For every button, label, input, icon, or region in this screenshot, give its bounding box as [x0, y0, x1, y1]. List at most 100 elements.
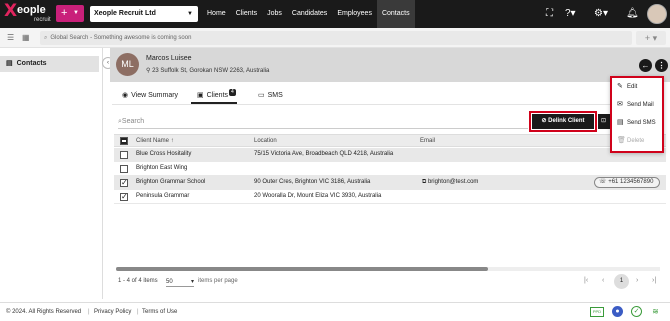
contact-actions-menu: ✎ Edit ✉ Send Mail ▤ Send SMS 🗑︎Delete — [610, 76, 664, 153]
table-search-input[interactable]: ⌕Search — [118, 118, 144, 126]
tab-sms[interactable]: ▭ SMS — [258, 89, 283, 102]
client-name-cell: Brighton East Wing — [136, 165, 188, 171]
row-checkbox[interactable] — [120, 165, 128, 173]
document-icon: ▤ — [6, 60, 13, 67]
scrollbar-thumb[interactable] — [116, 267, 488, 271]
check-circle-icon[interactable]: ✓ — [631, 306, 642, 317]
nav-employees[interactable]: Employees — [332, 0, 377, 28]
row-checkbox-checked[interactable]: ✓ — [120, 179, 128, 187]
table-search-placeholder: Search — [121, 118, 145, 125]
horizontal-scrollbar[interactable] — [116, 267, 660, 271]
eye-icon: ◉ — [122, 92, 129, 99]
organisation-name: Xeople Recruit Ltd — [94, 10, 156, 17]
ppd-badge[interactable]: PPD — [590, 307, 604, 317]
client-name-cell: Blue Cross Hositality — [136, 151, 192, 157]
mail-icon: ✉ — [617, 101, 623, 108]
copyright-text: © 2024. All Rights Reserved — [6, 309, 82, 315]
pagination-range: 1 - 4 of 4 items — [118, 278, 158, 284]
table-row[interactable]: ✓ Peninsula Grammar 20 Wooralla Dr, Moun… — [114, 190, 666, 204]
list-view-icon[interactable]: ☰ — [7, 33, 14, 42]
column-client-name[interactable]: Client Name ↑ — [136, 135, 174, 147]
fullscreen-icon[interactable]: ⛶ — [546, 8, 553, 20]
privacy-policy-link[interactable]: Privacy Policy — [94, 309, 131, 315]
prev-page-icon[interactable]: ‹ — [602, 277, 604, 284]
help-icon[interactable]: ?▾ — [565, 8, 576, 20]
row-checkbox-checked[interactable]: ✓ — [120, 193, 128, 201]
per-page-select[interactable]: 50 ▾ — [166, 277, 194, 287]
contact-header: ML Marcos Luisee ⚲ 23 Suffolk St, Goroka… — [110, 48, 670, 82]
first-page-icon[interactable]: |‹ — [584, 277, 588, 284]
more-options-button[interactable]: ⋮ — [655, 59, 668, 72]
location-cell: 75/15 Victoria Ave, Broadbeach QLD 4218,… — [254, 151, 394, 157]
trash-icon: 🗑︎ — [617, 137, 626, 144]
tab-clients[interactable]: ▣ Clients 4 — [197, 89, 236, 102]
search-icon: ⌕ — [44, 35, 48, 41]
organisation-select[interactable]: Xeople Recruit Ltd ▼ — [90, 6, 198, 22]
count-badge: 4 — [229, 89, 236, 96]
location-cell: 20 Wooralla Dr, Mount Eliza VIC 3930, Au… — [254, 193, 382, 199]
quick-add-button[interactable]: + ▼ — [56, 5, 84, 22]
global-add-button[interactable]: + ▾ — [636, 31, 666, 45]
xeople-logo[interactable]: X eople recruit — [4, 1, 54, 25]
divider: | — [137, 309, 139, 315]
table-row[interactable]: Brighton East Wing — [114, 162, 666, 176]
sidebar-item-contacts[interactable]: ▤ Contacts — [0, 56, 99, 72]
tab-label: Clients — [206, 92, 229, 99]
wifi-icon[interactable]: ≋ — [650, 306, 661, 317]
client-name-cell: Brighton Grammar School — [136, 179, 206, 185]
phone-chip[interactable]: ☏ +61 1234567890 — [594, 177, 660, 188]
account-icon[interactable]: ● — [612, 306, 623, 317]
menu-item-edit[interactable]: ✎ Edit — [617, 81, 637, 93]
sort-asc-icon: ↑ — [170, 138, 174, 144]
last-page-icon[interactable]: ›| — [652, 277, 656, 284]
user-avatar[interactable] — [647, 4, 667, 24]
table-row[interactable]: Blue Cross Hositality 75/15 Victoria Ave… — [114, 148, 666, 162]
global-search-input[interactable]: ⌕ Global Search - Something awesome is co… — [40, 31, 632, 45]
divider: | — [88, 309, 90, 315]
client-name-cell: Peninsula Grammar — [136, 193, 190, 199]
logo-mark: X — [4, 1, 18, 21]
nav-contacts[interactable]: Contacts — [376, 0, 415, 28]
select-all-checkbox[interactable] — [120, 137, 128, 145]
next-page-icon[interactable]: › — [636, 277, 638, 284]
gear-icon[interactable]: ⚙▾ — [594, 8, 608, 20]
per-page-label: items per page — [198, 278, 238, 284]
plus-icon: + — [61, 7, 68, 19]
chat-icon: ▭ — [258, 92, 265, 99]
top-navbar: X eople recruit + ▼ Xeople Recruit Ltd ▼… — [0, 0, 670, 28]
link-icon: ⊡ — [601, 118, 607, 124]
unlink-icon: ⊘ — [541, 118, 547, 124]
bell-icon[interactable]: 🔔︎ — [626, 8, 639, 20]
pencil-icon: ✎ — [617, 83, 623, 90]
copy-icon[interactable]: ⧉ — [422, 179, 426, 185]
column-email[interactable]: Email — [420, 135, 435, 147]
nav-jobs[interactable]: Jobs — [262, 0, 287, 28]
main-nav: Home Clients Jobs Candidates Employees C… — [202, 0, 415, 28]
delink-client-button[interactable]: ⊘ Delink Client — [529, 111, 597, 132]
row-checkbox[interactable] — [120, 151, 128, 159]
tabs-divider — [112, 104, 658, 105]
search-underline — [118, 128, 528, 129]
tab-label: SMS — [267, 92, 283, 99]
link-client-button[interactable]: ⊡ — [598, 114, 610, 129]
sms-icon: ▤ — [617, 119, 624, 126]
nav-clients[interactable]: Clients — [231, 0, 262, 28]
table-row[interactable]: ✓ Brighton Grammar School 90 Outer Cres,… — [114, 176, 666, 190]
terms-of-use-link[interactable]: Terms of Use — [142, 309, 177, 315]
phone-icon: ☏ — [599, 179, 607, 185]
sidebar-item-label: Contacts — [16, 60, 47, 67]
global-search-bar: ☰ ▦ ⌕ Global Search - Something awesome i… — [0, 28, 670, 48]
back-arrow-button[interactable]: ← — [639, 59, 652, 72]
email-cell[interactable]: ⧉ brighton@test.com — [422, 176, 478, 189]
nav-candidates[interactable]: Candidates — [287, 0, 332, 28]
contact-address: ⚲ 23 Suffolk St, Gorokan NSW 2263, Austr… — [146, 67, 269, 74]
column-location[interactable]: Location — [254, 135, 277, 147]
tab-label: View Summary — [131, 92, 179, 99]
menu-item-send-sms[interactable]: ▤ Send SMS — [617, 117, 656, 129]
menu-item-send-mail[interactable]: ✉ Send Mail — [617, 99, 654, 111]
contact-name: Marcos Luisee — [146, 55, 192, 62]
tab-view-summary[interactable]: ◉ View Summary — [122, 89, 178, 102]
current-page-button[interactable]: 1 — [614, 274, 629, 289]
grid-view-icon[interactable]: ▦ — [22, 33, 30, 42]
nav-home[interactable]: Home — [202, 0, 231, 28]
